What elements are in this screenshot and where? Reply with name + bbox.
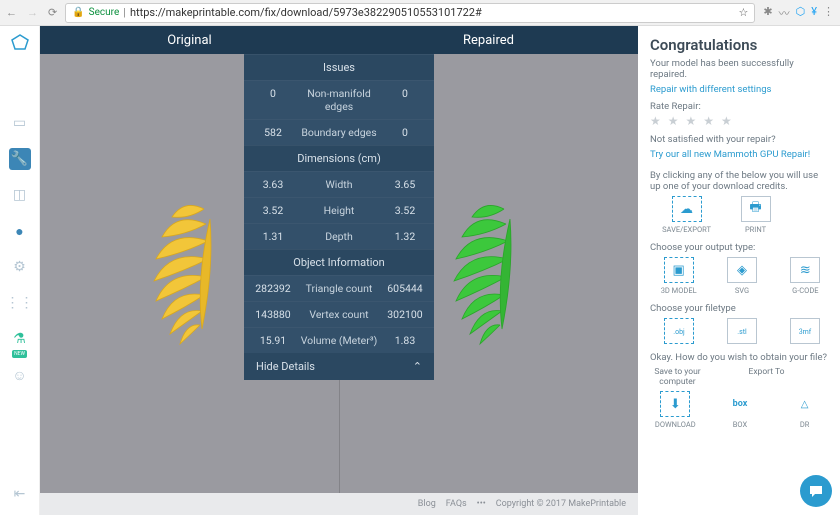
tab-original[interactable]: Original [40,26,339,54]
viewer-area: Original Repaired [40,26,638,515]
repair-settings-link[interactable]: Repair with different settings [650,84,828,95]
bookmark-star-icon[interactable]: ☆ [739,6,749,19]
gears-icon[interactable]: ⚙ [9,256,31,278]
logo-icon[interactable] [9,32,31,54]
cube-icon[interactable]: ◫ [9,184,31,206]
sphere-icon[interactable]: ● [9,220,31,242]
chat-icon[interactable] [800,475,832,507]
filetype-obj[interactable]: .obj [656,318,701,344]
download-option[interactable]: ⬇ DOWNLOAD [653,391,698,429]
credit-note: By clicking any of the below you will us… [650,170,828,192]
file-icon: .stl [727,318,757,344]
filetype-3mf[interactable]: 3mf [783,318,828,344]
rate-label: Rate Repair: [650,101,828,112]
svg-text:.obj: .obj [673,328,685,336]
footer-faqs-link[interactable]: FAQs [446,499,467,509]
info-row: 282392Triangle count605444 [244,275,434,301]
output-svg[interactable]: ◈ SVG [719,257,764,295]
not-satisfied-text: Not satisfied with your repair? [650,134,828,145]
info-panel: Issues 0Non-manifold edges0 582Boundary … [244,54,434,380]
info-row: 3.52Height3.52 [244,197,434,223]
hide-details-toggle[interactable]: Hide Details ⌃ [244,353,434,380]
ext-icon[interactable]: ¥ [811,5,817,21]
svg-text:.stl: .stl [737,328,747,336]
mammoth-link[interactable]: Try our all new Mammoth GPU Repair! [650,149,828,160]
ext-icon[interactable]: ⬡ [796,5,806,21]
forward-icon[interactable]: → [27,6,38,19]
cube-icon: ▣ [664,257,694,283]
box-logo-icon: box [733,391,748,417]
info-row: 143880Vertex count302100 [244,301,434,327]
footer-blog-link[interactable]: Blog [418,499,436,509]
info-row: 0Non-manifold edges0 [244,80,434,119]
extension-icons: ✱ 〰 ⬡ ¥ ⋮ [763,5,834,21]
dimensions-heading: Dimensions (cm) [244,145,434,171]
flask-icon[interactable]: ⚗ [9,328,31,350]
output-gcode[interactable]: ≋ G-CODE [783,257,828,295]
filetype-stl[interactable]: .stl [719,318,764,344]
right-panel: Congratulations Your model has been succ… [638,26,840,515]
secure-label: Secure [89,7,120,18]
cloud-download-icon: ☁ [672,196,702,222]
original-model [134,189,244,359]
rating-stars[interactable]: ★ ★ ★ ★ ★ [650,114,828,128]
info-row: 1.31Depth1.32 [244,223,434,249]
save-export-option[interactable]: ☁ SAVE/EXPORT [664,196,709,234]
output-3d-model[interactable]: ▣ 3D MODEL [656,257,701,295]
dots-icon[interactable]: ⋮⋮ [9,292,31,314]
info-row: 3.63Width3.65 [244,171,434,197]
object-info-heading: Object Information [244,249,434,275]
export-box[interactable]: box BOX [717,391,762,429]
footer-dots[interactable]: ••• [477,499,486,509]
browser-chrome: ← → ⟳ 🔒 Secure | https://makeprintable.c… [0,0,840,26]
url-text: https://makeprintable.com/fix/download/5… [130,6,482,19]
filetype-label: Choose your filetype [650,303,828,314]
reload-icon[interactable]: ⟳ [48,6,57,19]
wrench-icon[interactable]: 🔧 [9,148,31,170]
card-icon[interactable]: ▭ [9,112,31,134]
ext-icon[interactable]: ✱ [763,5,772,21]
export-drive[interactable]: △ DR [782,391,827,429]
layers-icon: ≋ [790,257,820,283]
info-row: 582Boundary edges0 [244,119,434,145]
file-icon: 3mf [790,318,820,344]
export-to-heading: Export To [705,367,828,387]
drive-icon: △ [801,391,809,417]
ext-icon[interactable]: 〰 [779,5,790,21]
download-icon: ⬇ [660,391,690,417]
save-computer-heading: Save to your computer [650,367,705,387]
lock-icon: 🔒 [72,7,84,18]
print-option[interactable]: 🖶 PRINT [733,196,778,234]
exit-icon[interactable]: ⇤ [9,483,31,505]
obtain-label: Okay. How do you wish to obtain your fil… [650,352,828,363]
back-icon[interactable]: ← [6,6,17,19]
success-message: Your model has been successfully repaire… [650,58,828,80]
tab-repaired[interactable]: Repaired [339,26,638,54]
svg-text:3mf: 3mf [799,328,812,336]
info-row: 15.91Volume (Meter³)1.83 [244,327,434,353]
user-icon[interactable]: ☺ [9,364,31,386]
url-bar[interactable]: 🔒 Secure | https://makeprintable.com/fix… [65,3,755,23]
output-type-label: Choose your output type: [650,242,828,253]
issues-heading: Issues [244,54,434,80]
panel-title: Congratulations [650,36,828,54]
footer-copyright: Copyright © 2017 MakePrintable [496,499,626,509]
repaired-model [434,189,544,359]
file-icon: .obj [664,318,694,344]
menu-icon[interactable]: ⋮ [823,5,834,21]
viewer-header: Original Repaired [40,26,638,54]
printer-icon: 🖶 [741,196,771,222]
sidebar-rail: ▭ 🔧 ◫ ● ⚙ ⋮⋮ ⚗ ☺ ⇤ [0,26,40,515]
svg-icon: ◈ [727,257,757,283]
footer: Blog FAQs ••• Copyright © 2017 MakePrint… [40,493,638,515]
chevron-up-icon: ⌃ [413,360,422,373]
